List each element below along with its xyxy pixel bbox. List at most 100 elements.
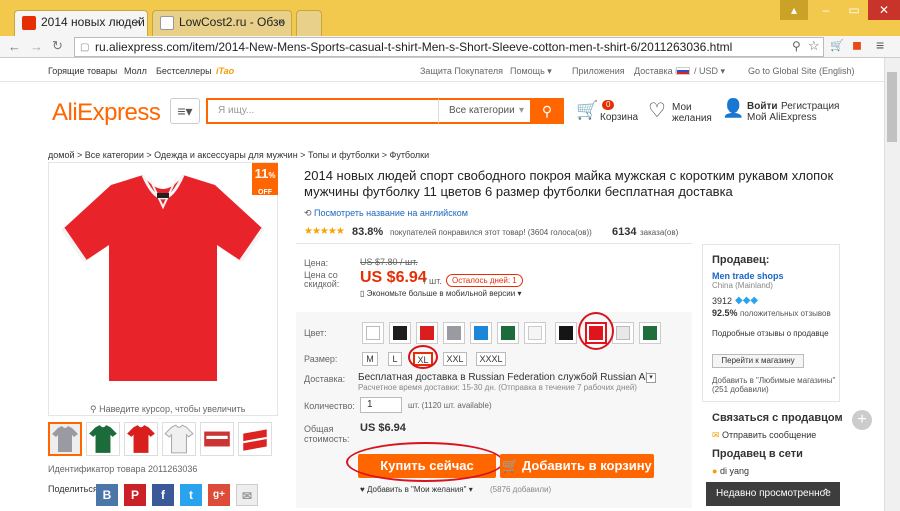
email-share-icon[interactable]: ✉: [236, 484, 258, 506]
menu-icon[interactable]: ≡: [876, 37, 884, 53]
seller-score: 3912: [712, 296, 733, 306]
global-site-link[interactable]: Go to Global Site (English): [748, 66, 855, 76]
scrollbar-thumb[interactable]: [887, 72, 897, 142]
recently-viewed-bar[interactable]: Недавно просмотренное ⌃: [706, 482, 840, 506]
color-swatch-dark-green[interactable]: [639, 322, 661, 344]
close-icon[interactable]: ×: [278, 15, 285, 29]
translate-link[interactable]: ⟲ Посмотреть название на английском: [304, 208, 468, 219]
bestsellers-link[interactable]: Бестселлеры: [156, 66, 212, 76]
wishlist-add-link[interactable]: ♥ Добавить в "Мои желания" ▾: [360, 485, 473, 494]
categories-menu-button[interactable]: ≡▾: [170, 98, 200, 124]
back-icon[interactable]: ←: [8, 39, 21, 54]
close-window-icon[interactable]: ✕: [868, 0, 900, 20]
wishlist-label-1[interactable]: Мои: [672, 102, 692, 113]
product-main-image[interactable]: [48, 162, 278, 416]
send-message-text: Отправить сообщение: [722, 430, 817, 440]
mail-icon: ✉: [712, 430, 723, 440]
heart-icon: ♥: [360, 485, 367, 494]
thumbnail-detail-2[interactable]: [238, 422, 272, 456]
color-swatch-white[interactable]: [362, 322, 384, 344]
search-category-value: Все категории: [449, 105, 515, 116]
size-xxl[interactable]: XXL: [443, 352, 467, 366]
online-user-link[interactable]: ● di yang: [712, 466, 749, 476]
search-button[interactable]: ⚲: [530, 98, 564, 124]
user-icon[interactable]: ▴: [780, 0, 808, 20]
minimize-icon[interactable]: –: [812, 0, 840, 20]
thumbnail-detail[interactable]: [200, 422, 234, 456]
seller-details-link[interactable]: Подробные отзывы о продавце: [712, 329, 829, 338]
heart-icon[interactable]: ♡: [648, 98, 666, 123]
thumbnail-green[interactable]: [86, 422, 120, 456]
wishlist-label-2[interactable]: желания: [672, 113, 712, 124]
my-aliexpress-link[interactable]: Мой AliExpress: [747, 112, 817, 123]
maximize-icon[interactable]: ▭: [840, 0, 868, 20]
star-icon[interactable]: ☆: [808, 38, 820, 54]
ship-to-label[interactable]: Доставка в: [634, 66, 680, 76]
add-to-cart-button[interactable]: 🛒 Добавить в корзину: [500, 454, 654, 478]
register-link[interactable]: Регистрация: [781, 101, 839, 112]
new-tab-button[interactable]: [296, 10, 322, 36]
currency-selector[interactable]: / USD ▾: [694, 66, 725, 77]
aliexpress-logo[interactable]: AliExpress: [52, 99, 161, 127]
mall-link[interactable]: Молл: [124, 66, 147, 76]
quantity-input[interactable]: 1: [360, 397, 402, 413]
search-input[interactable]: Я ищу...: [206, 98, 438, 124]
forward-icon[interactable]: →: [30, 39, 43, 54]
signin-link[interactable]: Войти: [747, 101, 778, 112]
thumbnail-red[interactable]: [124, 422, 158, 456]
search-category-select[interactable]: Все категории ▾: [438, 98, 530, 124]
tab-aliexpress[interactable]: 2014 новых людей с ×: [14, 10, 148, 36]
go-to-store-button[interactable]: Перейти к магазину: [712, 354, 804, 368]
add-favorite-store-link[interactable]: Добавить в "Любимые магазины" (251 добав…: [712, 376, 836, 394]
color-swatch-black-2[interactable]: [555, 322, 577, 344]
rating-text[interactable]: покупателей понравился этот товар! (3604…: [390, 228, 592, 237]
plus-icon[interactable]: +: [852, 410, 872, 430]
facebook-share-icon[interactable]: f: [152, 484, 174, 506]
item-id: Идентификатор товара 2011263036: [48, 464, 198, 474]
itao-logo[interactable]: iTao: [216, 66, 234, 76]
color-swatch-blue[interactable]: [470, 322, 492, 344]
reload-icon[interactable]: ↻: [52, 38, 63, 54]
annotation-circle-size: [408, 345, 438, 369]
seller-location: China (Mainland): [712, 281, 773, 290]
thumbnail-white[interactable]: [162, 422, 196, 456]
pinterest-share-icon[interactable]: P: [124, 484, 146, 506]
help-menu[interactable]: Помощь ▾: [510, 66, 552, 77]
vk-share-icon[interactable]: B: [96, 484, 118, 506]
extension-cart-icon[interactable]: 🛒: [830, 39, 844, 52]
color-swatch-light[interactable]: [524, 322, 546, 344]
cart-link[interactable]: Корзина: [600, 112, 638, 123]
color-swatch-green[interactable]: [497, 322, 519, 344]
color-swatch-gray[interactable]: [443, 322, 465, 344]
seller-name-link[interactable]: Men trade shops: [712, 271, 784, 281]
breadcrumb[interactable]: домой > Все категории > Одежда и аксессу…: [48, 150, 429, 160]
color-swatch-red[interactable]: [416, 322, 438, 344]
extension-icon[interactable]: ◼: [852, 38, 862, 52]
hot-deals-link[interactable]: Горящие товары: [48, 66, 117, 76]
size-m[interactable]: M: [362, 352, 378, 366]
twitter-share-icon[interactable]: t: [180, 484, 202, 506]
chevron-down-icon[interactable]: ▾: [646, 373, 656, 383]
user-icon[interactable]: 👤: [722, 98, 744, 119]
chevron-down-icon: ▾: [518, 105, 524, 116]
cart-icon: 🛒: [502, 458, 523, 473]
color-swatch-silver[interactable]: [612, 322, 634, 344]
url-input[interactable]: ▢ ru.aliexpress.com/item/2014-New-Mens-S…: [74, 37, 824, 57]
shipping-method[interactable]: Бесплатная доставка в Russian Federation…: [358, 372, 651, 383]
thumbnail-gray[interactable]: [48, 422, 82, 456]
googleplus-share-icon[interactable]: g+: [208, 484, 230, 506]
buyer-protection-link[interactable]: Защита Покупателя: [420, 66, 503, 76]
divider: [296, 243, 692, 244]
size-l[interactable]: L: [388, 352, 402, 366]
cart-icon[interactable]: 🛒: [576, 100, 598, 121]
send-message-link[interactable]: ✉ Отправить сообщение: [712, 430, 816, 441]
phone-icon: ▯: [360, 289, 367, 298]
color-swatch-black[interactable]: [389, 322, 411, 344]
close-icon[interactable]: ×: [134, 15, 141, 29]
mobile-saving-link[interactable]: ▯ Экономьте больше в мобильной версии ▾: [360, 289, 521, 298]
diamond-rating-icon: ◆◆◆: [735, 295, 759, 306]
zoom-icon[interactable]: ⚲: [792, 39, 801, 53]
tab-lowcost[interactable]: LowCost2.ru - Обзо ×: [152, 10, 292, 36]
size-xxxl[interactable]: XXXL: [476, 352, 506, 366]
apps-link[interactable]: Приложения: [572, 66, 625, 76]
